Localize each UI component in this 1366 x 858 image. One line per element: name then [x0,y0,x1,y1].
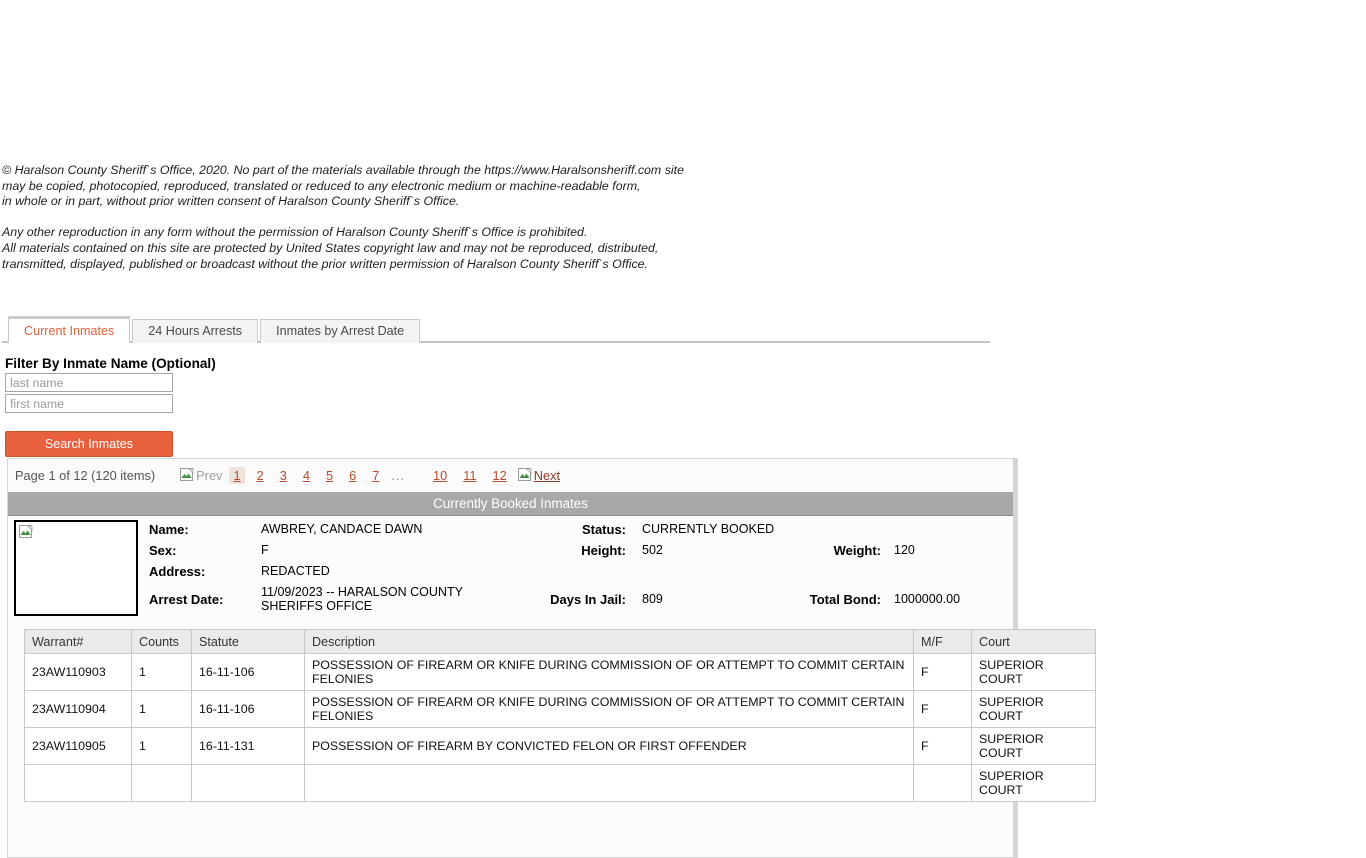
statute-cell: 16-11-106 [192,654,305,691]
last-name-input[interactable] [5,373,173,392]
page-number-link[interactable]: 5 [322,467,337,484]
counts-cell: 1 [132,728,192,765]
copyright-line: © Haralson County Sheriff`s Office, 2020… [2,163,684,179]
description-cell: POSSESSION OF FIREARM OR KNIFE DURING CO… [305,654,914,691]
sex-label: Sex: [149,543,176,558]
column-header-description: Description [305,630,914,654]
court-cell: SUPERIOR COURT [972,728,1096,765]
arrest-date-label: Arrest Date: [149,592,223,607]
warrant-cell: 23AW110905 [25,728,132,765]
broken-image-icon [518,468,533,483]
description-cell: POSSESSION OF FIREARM BY CONVICTED FELON… [305,728,914,765]
copyright-notice: © Haralson County Sheriff`s Office, 2020… [2,163,684,272]
height-value: 502 [642,543,663,557]
tab-current-inmates[interactable]: Current Inmates [8,316,130,343]
copyright-line: Any other reproduction in any form witho… [2,225,684,241]
warrant-cell: 23AW110904 [25,691,132,728]
pager-ellipsis: ... [391,468,405,483]
grid-title: Currently Booked Inmates [8,492,1013,516]
mf-cell: F [914,654,972,691]
page-number-link[interactable]: 7 [368,467,383,484]
column-header-statute: Statute [192,630,305,654]
filter-heading: Filter By Inmate Name (Optional) [5,356,216,371]
description-cell [305,765,914,802]
inmate-tabstrip: Current Inmates 24 Hours Arrests Inmates… [2,316,990,343]
statute-cell: 16-11-131 [192,728,305,765]
copyright-line: may be copied, photocopied, reproduced, … [2,179,684,195]
page-number-link[interactable]: 10 [429,467,451,484]
warrant-cell: 23AW110903 [25,654,132,691]
warrant-cell [25,765,132,802]
statute-cell: 16-11-106 [192,691,305,728]
weight-value: 120 [894,543,915,557]
prev-page-label: Prev [196,468,222,483]
charge-row: SUPERIOR COURT [25,765,1096,802]
column-header-court: Court [972,630,1096,654]
address-value: REDACTED [261,564,521,578]
statute-cell [192,765,305,802]
description-cell: POSSESSION OF FIREARM OR KNIFE DURING CO… [305,691,914,728]
copyright-line: in whole or in part, without prior writt… [2,194,684,210]
status-label: Status: [476,522,626,537]
column-header-mf: M/F [914,630,972,654]
page-number-link[interactable]: 3 [276,467,291,484]
counts-cell: 1 [132,691,192,728]
charge-row: 23AW110903 1 16-11-106 POSSESSION OF FIR… [25,654,1096,691]
total-bond-value: 1000000.00 [894,592,960,606]
court-cell: SUPERIOR COURT [972,654,1096,691]
charges-header-row: Warrant# Counts Statute Description M/F … [25,630,1096,654]
copyright-line: All materials contained on this site are… [2,241,684,257]
charge-row: 23AW110904 1 16-11-106 POSSESSION OF FIR… [25,691,1096,728]
prev-page-button[interactable]: Prev [180,468,222,483]
broken-image-icon [19,525,34,540]
charges-table: Warrant# Counts Statute Description M/F … [24,629,1096,802]
mf-cell: F [914,691,972,728]
page-number-link[interactable]: 4 [299,467,314,484]
counts-cell [132,765,192,802]
counts-cell: 1 [132,654,192,691]
status-value: CURRENTLY BOOKED [642,522,774,536]
page-number-link[interactable]: 11 [459,467,480,484]
inmates-grid-panel: Page 1 of 12 (120 items) Prev 1 2 3 4 5 … [7,458,1018,858]
first-name-input[interactable] [5,394,173,413]
charge-row: 23AW110905 1 16-11-131 POSSESSION OF FIR… [25,728,1096,765]
inmate-photo-placeholder [14,520,138,616]
search-inmates-button[interactable]: Search Inmates [5,431,173,457]
name-label: Name: [149,522,189,537]
court-cell: SUPERIOR COURT [972,691,1096,728]
mf-cell [914,765,972,802]
page-number-link[interactable]: 6 [345,467,360,484]
pager: Page 1 of 12 (120 items) Prev 1 2 3 4 5 … [8,459,1013,492]
days-in-jail-value: 809 [642,592,663,606]
copyright-line: transmitted, displayed, published or bro… [2,257,684,273]
height-label: Height: [476,543,626,558]
days-in-jail-label: Days In Jail: [476,592,626,607]
column-header-warrant: Warrant# [25,630,132,654]
court-cell: SUPERIOR COURT [972,765,1096,802]
tab-24-hours-arrests[interactable]: 24 Hours Arrests [132,319,258,343]
pager-summary: Page 1 of 12 (120 items) [15,468,155,483]
inmate-detail: Name: AWBREY, CANDACE DAWN Status: CURRE… [8,516,1013,628]
tab-inmates-by-arrest-date[interactable]: Inmates by Arrest Date [260,319,420,343]
address-label: Address: [149,564,205,579]
weight-label: Weight: [746,543,881,558]
mf-cell: F [914,728,972,765]
total-bond-label: Total Bond: [746,592,881,607]
broken-image-icon [180,468,195,483]
next-page-button[interactable]: Next [518,468,560,483]
next-page-label: Next [534,468,560,483]
page-number-link[interactable]: 2 [253,467,268,484]
page-number-current: 1 [229,467,244,484]
page-number-link[interactable]: 12 [489,467,511,484]
column-header-counts: Counts [132,630,192,654]
